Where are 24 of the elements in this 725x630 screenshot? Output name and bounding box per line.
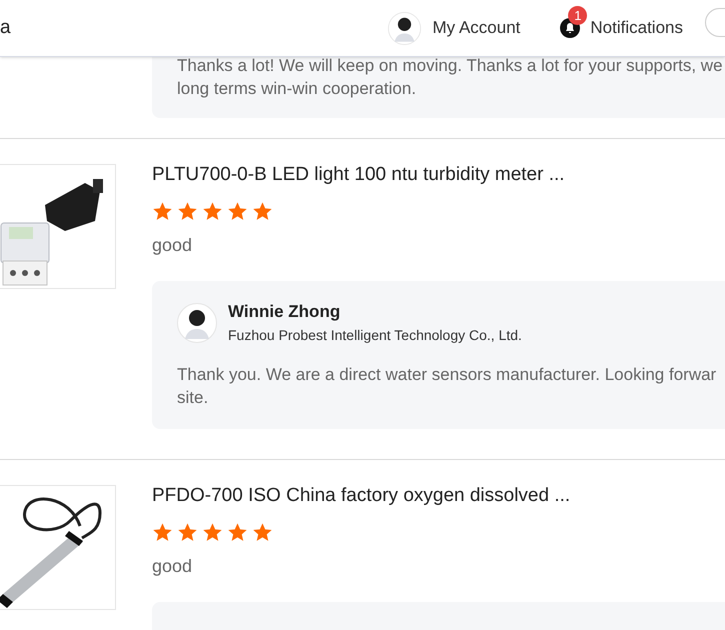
author-name: Winnie Zhong	[228, 301, 342, 323]
reply-text: Thank you. We are a direct water sensors manufacturer. Looking forwar site.	[177, 364, 718, 409]
notifications-link[interactable]: 1 Notifications	[560, 5, 683, 51]
review-comment: good	[152, 555, 194, 578]
review-comment: good	[152, 234, 194, 257]
logo-text: a	[0, 16, 11, 40]
star-icon	[252, 201, 273, 222]
notification-count: 1	[568, 6, 588, 25]
avatar	[388, 12, 421, 44]
star-icon	[177, 522, 198, 543]
star-icon	[202, 201, 223, 222]
star-icon	[227, 201, 248, 222]
product-title[interactable]: PFDO-700 ISO China factory oxygen dissolved ...	[152, 484, 725, 508]
star-icon	[177, 201, 198, 222]
company-name: Fuzhou Probest Intelligent Technology Co., Ltd.	[228, 326, 522, 345]
product-title[interactable]: PLTU700-0-B LED light 100 ntu turbidity meter ...	[152, 163, 725, 187]
reply-text: Thanks a lot! We will keep on moving. Thanks a lot for your supports, we long terms win-win cooperation.	[177, 55, 724, 100]
account-link[interactable]: My Account	[388, 12, 520, 44]
star-icon	[152, 201, 173, 222]
star-icon	[252, 522, 273, 543]
star-icon	[227, 522, 248, 543]
avatar	[177, 303, 217, 343]
star-icon	[202, 522, 223, 543]
star-icon	[152, 522, 173, 543]
